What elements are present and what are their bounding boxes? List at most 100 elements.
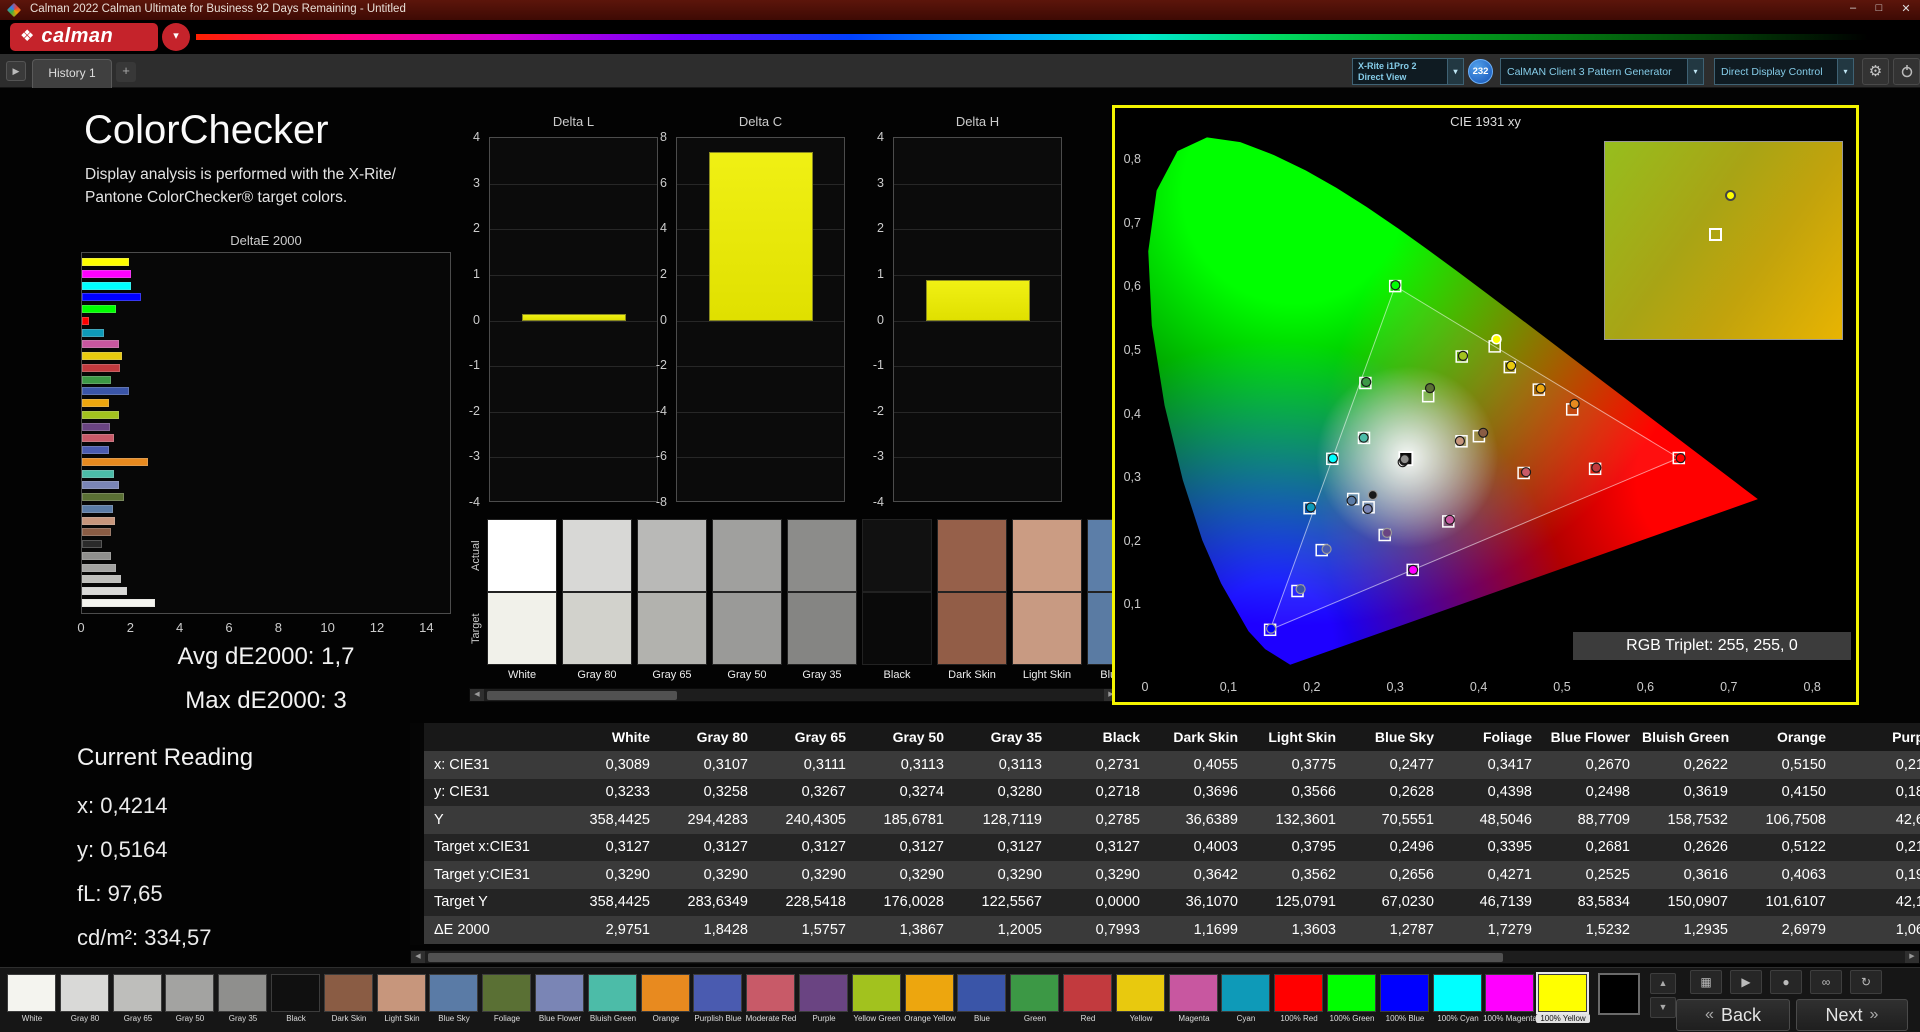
x-tick-label: 8	[274, 620, 282, 635]
play-button[interactable]: ▶	[1730, 970, 1762, 994]
swatch-black[interactable]: Black	[862, 519, 932, 689]
swatch-dark-skin[interactable]: Dark Skin	[937, 519, 1007, 689]
swatch-actual	[712, 519, 782, 592]
palette-swatch-bluish-green[interactable]: Bluish Green	[587, 974, 639, 1032]
palette-swatch-foliage[interactable]: Foliage	[481, 974, 533, 1032]
y-tick-label: 2	[473, 221, 480, 236]
palette-swatch-orange-yellow[interactable]: Orange Yellow	[904, 974, 956, 1032]
scrollbar-thumb[interactable]	[428, 953, 1503, 962]
swatch-gray-50[interactable]: Gray 50	[712, 519, 782, 689]
scroll-down-button[interactable]: ▼	[1650, 997, 1676, 1018]
palette-swatch-100-cyan[interactable]: 100% Cyan	[1432, 974, 1484, 1032]
palette-swatch-100-yellow[interactable]: 100% Yellow	[1536, 972, 1590, 1032]
palette-swatch-blue-flower[interactable]: Blue Flower	[534, 974, 586, 1032]
swatch-color	[377, 974, 426, 1012]
continuous-measure-button[interactable]: ∞	[1810, 970, 1842, 994]
swatch-color	[1536, 972, 1589, 1014]
palette-swatch-magenta[interactable]: Magenta	[1168, 974, 1220, 1032]
swatch-light-skin[interactable]: Light Skin	[1012, 519, 1082, 689]
scroll-left-icon[interactable]: ◀	[411, 951, 425, 963]
palette-swatch-gray-80[interactable]: Gray 80	[59, 974, 111, 1032]
add-tab-button[interactable]: +	[116, 62, 136, 82]
scrollbar-thumb[interactable]	[487, 691, 677, 700]
swatch-gray-35[interactable]: Gray 35	[787, 519, 857, 689]
display-control-dropdown[interactable]: Direct Display Control ▾	[1714, 58, 1854, 85]
swatch-label: 100% Red	[1280, 1014, 1318, 1023]
palette-swatch-orange[interactable]: Orange	[640, 974, 692, 1032]
deltae-bar-gray-35	[82, 551, 111, 560]
swatch-gray-65[interactable]: Gray 65	[637, 519, 707, 689]
settings-button[interactable]: ⚙	[1862, 58, 1889, 85]
chevron-down-icon[interactable]: ▾	[1447, 59, 1463, 84]
tab-nav-button[interactable]: ▶	[6, 61, 26, 81]
swatch-color	[1063, 974, 1112, 1012]
palette-swatch-yellow[interactable]: Yellow	[1115, 974, 1167, 1032]
palette-swatch-dark-skin[interactable]: Dark Skin	[323, 974, 375, 1032]
pattern-generator-dropdown[interactable]: CalMAN Client 3 Pattern Generator ▾	[1500, 58, 1704, 85]
palette-swatch-100-blue[interactable]: 100% Blue	[1379, 974, 1431, 1032]
table-cell: 0,4055	[1193, 756, 1238, 773]
cie-y-axis: 0,1 0,2 0,3 0,4 0,5 0,6 0,7 0,8	[1115, 108, 1141, 668]
x-tick-label: 0,6	[1636, 680, 1655, 694]
page-subtitle-line2: Pantone ColorChecker® target colors.	[85, 189, 348, 206]
x-tick-label: 0	[77, 620, 85, 635]
palette-swatch-purple[interactable]: Purple	[798, 974, 850, 1032]
row-label: Y	[434, 811, 444, 828]
delta-l-chart: 4 3 2 1 0 -1 -2 -3 -4	[450, 130, 660, 509]
table-cell: 1,2787	[1389, 921, 1434, 938]
table-scrollbar[interactable]: ◀ ▶	[410, 950, 1920, 964]
palette-swatch-100-green[interactable]: 100% Green	[1326, 974, 1378, 1032]
table-cell: 0,21	[1895, 839, 1920, 856]
chevron-down-icon[interactable]: ▾	[1687, 59, 1703, 84]
palette-swatch-black[interactable]: Black	[270, 974, 322, 1032]
gridline	[490, 183, 657, 185]
x-tick-label: 0	[1141, 680, 1149, 694]
swatch-gray-80[interactable]: Gray 80	[562, 519, 632, 689]
palette-swatch-gray-65[interactable]: Gray 65	[112, 974, 164, 1032]
palette-swatch-100-red[interactable]: 100% Red	[1273, 974, 1325, 1032]
record-button[interactable]: ●	[1770, 970, 1802, 994]
chevron-down-icon[interactable]: ▾	[1837, 59, 1853, 84]
palette-swatch-light-skin[interactable]: Light Skin	[376, 974, 428, 1032]
tab-history-1[interactable]: History 1	[32, 59, 112, 88]
swatch-white[interactable]: White	[487, 519, 557, 689]
palette-swatch-gray-50[interactable]: Gray 50	[164, 974, 216, 1032]
palette-swatch-gray-35[interactable]: Gray 35	[217, 974, 269, 1032]
deltae-bar-green	[82, 375, 111, 384]
palette-swatch-blue[interactable]: Blue	[956, 974, 1008, 1032]
meter-dropdown[interactable]: X-Rite i1Pro 2 Direct View ▾	[1352, 58, 1464, 85]
scroll-left-icon[interactable]: ◀	[470, 689, 484, 701]
palette-swatch-moderate-red[interactable]: Moderate Red	[745, 974, 797, 1032]
palette-swatch-yellow-green[interactable]: Yellow Green	[851, 974, 903, 1032]
column-header-blue-flower: Blue Flower	[1550, 729, 1630, 745]
maximize-button[interactable]: □	[1868, 2, 1890, 14]
palette-swatch-red[interactable]: Red	[1062, 974, 1114, 1032]
palette-swatch-purplish-blue[interactable]: Purplish Blue	[692, 974, 744, 1032]
y-tick-label: 0	[473, 312, 480, 327]
minimize-button[interactable]: –	[1842, 2, 1864, 14]
power-button[interactable]	[1893, 58, 1920, 85]
black-pattern-button[interactable]	[1598, 973, 1640, 1015]
back-button[interactable]: « Back	[1676, 999, 1790, 1031]
tab-bar: ▶ History 1 + X-Rite i1Pro 2 Direct View…	[0, 54, 1920, 88]
gear-icon: ⚙	[1868, 63, 1883, 80]
gridline	[894, 411, 1061, 413]
refresh-button[interactable]: ↻	[1850, 970, 1882, 994]
swatch-label: Foliage	[493, 1014, 521, 1023]
swatch-strip-scrollbar[interactable]: ◀ ▶	[469, 688, 1119, 702]
palette-swatch-green[interactable]: Green	[1009, 974, 1061, 1032]
scroll-right-icon[interactable]: ▶	[1905, 951, 1919, 963]
logo-menu-button[interactable]: ▾	[162, 23, 190, 51]
table-cell: 0,3233	[605, 784, 650, 801]
pattern-window-button[interactable]: ▦	[1690, 970, 1722, 994]
palette-swatch-cyan[interactable]: Cyan	[1220, 974, 1272, 1032]
scroll-up-button[interactable]: ▲	[1650, 973, 1676, 994]
palette-swatch-white[interactable]: White	[6, 974, 58, 1032]
close-button[interactable]: ✕	[1895, 2, 1917, 15]
calman-logo-button[interactable]: ❖ calman	[10, 23, 158, 51]
palette-swatch-blue-sky[interactable]: Blue Sky	[428, 974, 480, 1032]
y-tick-label: 0,4	[1123, 406, 1141, 421]
table-cell: 122,5567	[981, 894, 1042, 911]
palette-swatch-100-magenta[interactable]: 100% Magenta	[1483, 974, 1537, 1032]
next-button[interactable]: Next »	[1796, 999, 1908, 1031]
